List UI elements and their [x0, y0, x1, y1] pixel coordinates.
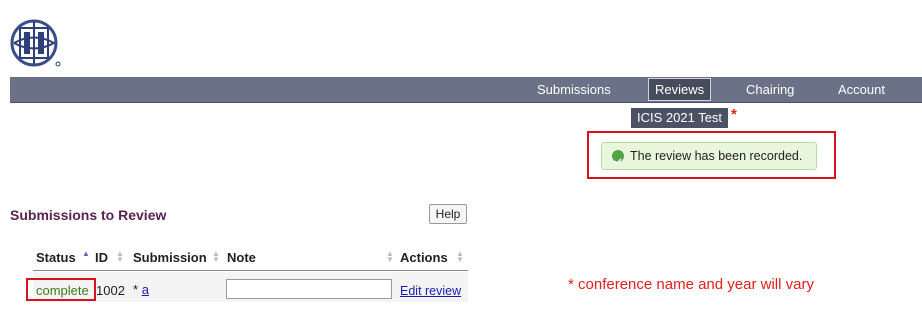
- column-header-note[interactable]: Note: [227, 250, 256, 265]
- submission-cell: * a: [133, 282, 149, 297]
- submission-marker: *: [133, 282, 139, 297]
- sort-icon[interactable]: ▲ ▼: [386, 250, 394, 264]
- sort-icon[interactable]: ▲ ▼: [456, 250, 464, 264]
- annotation-star: *: [731, 106, 737, 123]
- annotation-note: * conference name and year will vary: [568, 276, 814, 293]
- column-header-submission[interactable]: Submission: [133, 250, 207, 265]
- association-logo-icon: [10, 19, 61, 67]
- nav-account[interactable]: Account: [832, 79, 891, 100]
- column-header-id[interactable]: ID: [95, 250, 108, 265]
- sort-icon[interactable]: ▲ ▼: [212, 250, 220, 264]
- check-circle-icon: [612, 150, 624, 165]
- section-title: Submissions to Review: [10, 207, 167, 223]
- submission-link[interactable]: a: [142, 282, 149, 297]
- column-header-status[interactable]: Status: [36, 250, 76, 265]
- table-header-divider: [33, 270, 468, 271]
- id-cell: 1002: [96, 283, 125, 298]
- nav-submissions[interactable]: Submissions: [531, 79, 617, 100]
- top-nav-bar: Submissions Reviews Chairing Account: [10, 77, 922, 103]
- nav-reviews[interactable]: Reviews: [648, 78, 712, 101]
- edit-review-link[interactable]: Edit review: [400, 284, 461, 298]
- success-notice: The review has been recorded.: [601, 142, 817, 170]
- notice-text: The review has been recorded.: [630, 149, 803, 163]
- nav-chairing[interactable]: Chairing: [740, 79, 800, 100]
- sort-icon[interactable]: ▲: [82, 250, 90, 258]
- conference-menu-item[interactable]: ICIS 2021 Test: [631, 108, 729, 128]
- column-header-actions[interactable]: Actions: [400, 250, 448, 265]
- note-input[interactable]: [226, 279, 392, 299]
- help-button[interactable]: Help: [429, 204, 467, 224]
- status-cell: complete: [36, 283, 89, 298]
- sort-icon[interactable]: ▲ ▼: [116, 250, 124, 264]
